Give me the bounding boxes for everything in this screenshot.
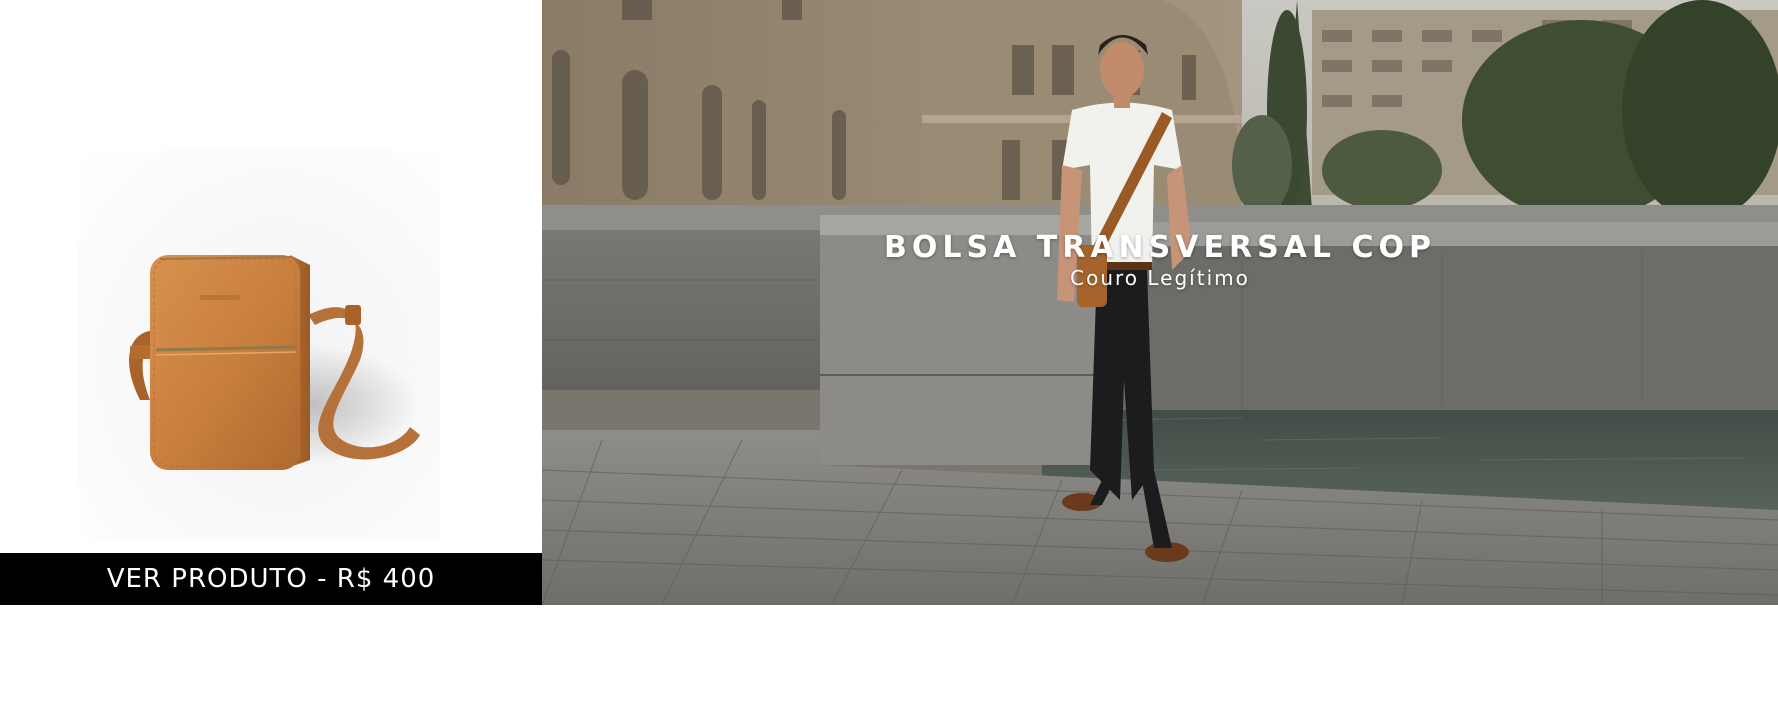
page: VER PRODUTO - R$ 400 BOLSA TRANSVERSAL C…: [0, 0, 1778, 707]
hero-banner[interactable]: BOLSA TRANSVERSAL COP Couro Legítimo: [542, 0, 1778, 605]
hero-subtitle: Couro Legítimo: [1070, 266, 1250, 290]
product-card[interactable]: VER PRODUTO - R$ 400: [0, 0, 542, 605]
hero-image: [542, 0, 1778, 605]
product-image[interactable]: [120, 245, 430, 495]
hero-title: BOLSA TRANSVERSAL COP: [884, 230, 1436, 265]
view-product-label: VER PRODUTO - R$ 400: [106, 564, 436, 594]
view-product-button[interactable]: VER PRODUTO - R$ 400: [0, 553, 542, 605]
leather-bag-icon: [129, 255, 420, 470]
